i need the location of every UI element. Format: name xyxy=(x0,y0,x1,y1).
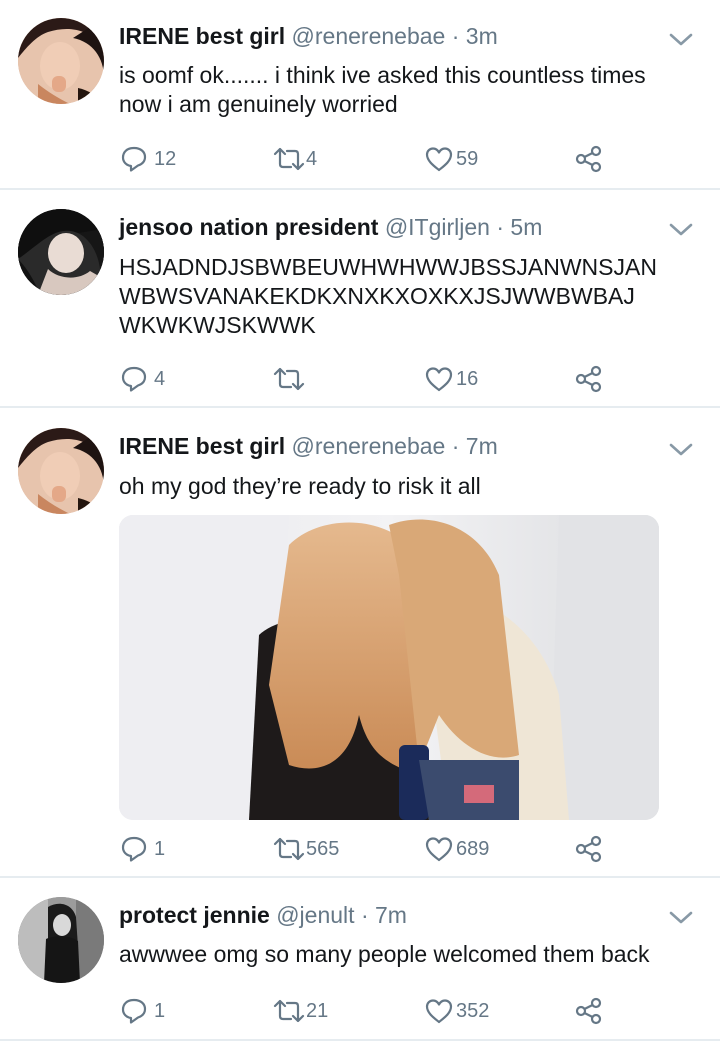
tweet[interactable]: protect jennie @jenult · 7m awwwee omg s… xyxy=(0,878,720,1041)
display-name[interactable]: IRENE best girl xyxy=(119,433,285,459)
like-count: 689 xyxy=(456,837,490,860)
timestamp[interactable]: 7m xyxy=(466,433,498,459)
share-icon xyxy=(575,835,602,863)
reply-button[interactable]: 12 xyxy=(120,144,176,174)
action-bar: 12 4 59 xyxy=(0,144,720,174)
retweet-icon xyxy=(273,367,305,391)
like-count: 352 xyxy=(456,999,490,1022)
like-icon xyxy=(425,147,453,172)
tweet[interactable]: jensoo nation president @ITgirljen · 5m … xyxy=(0,190,720,408)
retweet-button[interactable]: 21 xyxy=(272,996,328,1026)
retweet-icon xyxy=(273,147,305,171)
like-icon xyxy=(425,367,453,392)
tweet-header: IRENE best girl @renerenebae · 3m xyxy=(119,22,498,50)
retweet-button[interactable]: 4 xyxy=(272,144,317,174)
text-line: oh my god they’re ready to risk it all xyxy=(119,473,481,499)
like-button[interactable]: 689 xyxy=(425,834,489,864)
reply-icon xyxy=(121,998,147,1024)
retweet-icon xyxy=(273,999,305,1023)
retweet-button[interactable]: 565 xyxy=(272,834,339,864)
retweet-icon xyxy=(273,837,305,861)
user-handle[interactable]: @renerenebae xyxy=(292,433,446,459)
text-line: WKWKWJSKWWK xyxy=(119,312,316,338)
tweet-photo[interactable] xyxy=(119,515,659,820)
like-icon xyxy=(425,837,453,862)
tweet-header: IRENE best girl @renerenebae · 7m xyxy=(119,432,498,460)
retweet-button[interactable] xyxy=(272,364,306,394)
chevron-down-icon[interactable] xyxy=(668,909,694,927)
share-icon xyxy=(575,145,602,173)
display-name[interactable]: IRENE best girl xyxy=(119,23,285,49)
tweet[interactable]: IRENE best girl @renerenebae · 7m oh my … xyxy=(0,408,720,878)
reply-icon xyxy=(121,146,147,172)
tweet-text: HSJADNDJSBWBEUWHWHWWJBSSJANWNSJAN WBWSVA… xyxy=(119,253,699,340)
share-button[interactable] xyxy=(574,834,604,864)
like-count: 59 xyxy=(456,147,479,170)
share-icon xyxy=(575,997,602,1025)
display-name[interactable]: protect jennie xyxy=(119,902,270,928)
text-line: awwwee omg so many people welcomed them … xyxy=(119,941,650,967)
timestamp[interactable]: 5m xyxy=(510,214,542,240)
chevron-down-icon[interactable] xyxy=(668,31,694,49)
text-line: WBWSVANAKEKDKXNXKXOXKXJSJWWBWBAJ xyxy=(119,283,635,309)
like-count: 16 xyxy=(456,367,479,390)
retweet-count: 565 xyxy=(306,837,340,860)
action-bar: 1 21 352 xyxy=(0,996,720,1026)
tweet-text: awwwee omg so many people welcomed them … xyxy=(119,940,699,969)
text-line: now i am genuinely worried xyxy=(119,91,398,117)
action-bar: 1 565 689 xyxy=(0,834,720,864)
separator-dot: · xyxy=(496,214,505,240)
user-handle[interactable]: @jenult xyxy=(276,902,354,928)
retweet-count: 21 xyxy=(306,999,329,1022)
reply-count: 1 xyxy=(154,999,166,1022)
reply-count: 12 xyxy=(154,147,177,170)
tweet-header: jensoo nation president @ITgirljen · 5m xyxy=(119,213,542,241)
timestamp[interactable]: 7m xyxy=(375,902,407,928)
retweet-count: 4 xyxy=(306,147,318,170)
reply-button[interactable]: 1 xyxy=(120,834,165,864)
share-button[interactable] xyxy=(574,364,604,394)
avatar[interactable] xyxy=(18,428,104,514)
tweet-text: oh my god they’re ready to risk it all xyxy=(119,472,699,501)
like-button[interactable]: 352 xyxy=(425,996,489,1026)
like-button[interactable]: 16 xyxy=(425,364,478,394)
tweet[interactable]: IRENE best girl @renerenebae · 3m is oom… xyxy=(0,0,720,190)
reply-count: 1 xyxy=(154,837,166,860)
reply-button[interactable]: 4 xyxy=(120,364,165,394)
share-icon xyxy=(575,365,602,393)
reply-icon xyxy=(121,366,147,392)
like-icon xyxy=(425,999,453,1024)
text-line: is oomf ok....... i think ive asked this… xyxy=(119,62,646,88)
action-bar: 4 16 xyxy=(0,364,720,394)
avatar[interactable] xyxy=(18,209,104,295)
tweet-header: protect jennie @jenult · 7m xyxy=(119,901,407,929)
like-button[interactable]: 59 xyxy=(425,144,478,174)
chevron-down-icon[interactable] xyxy=(668,221,694,239)
avatar[interactable] xyxy=(18,18,104,104)
user-handle[interactable]: @ITgirljen xyxy=(385,214,490,240)
separator-dot: · xyxy=(451,433,460,459)
separator-dot: · xyxy=(360,902,369,928)
separator-dot: · xyxy=(451,23,460,49)
reply-icon xyxy=(121,836,147,862)
share-button[interactable] xyxy=(574,144,604,174)
chevron-down-icon[interactable] xyxy=(668,441,694,459)
reply-button[interactable]: 1 xyxy=(120,996,165,1026)
reply-count: 4 xyxy=(154,367,166,390)
display-name[interactable]: jensoo nation president xyxy=(119,214,378,240)
user-handle[interactable]: @renerenebae xyxy=(292,23,446,49)
text-line: HSJADNDJSBWBEUWHWHWWJBSSJANWNSJAN xyxy=(119,254,657,280)
tweet-text: is oomf ok....... i think ive asked this… xyxy=(119,61,699,119)
avatar[interactable] xyxy=(18,897,104,983)
timestamp[interactable]: 3m xyxy=(466,23,498,49)
share-button[interactable] xyxy=(574,996,604,1026)
